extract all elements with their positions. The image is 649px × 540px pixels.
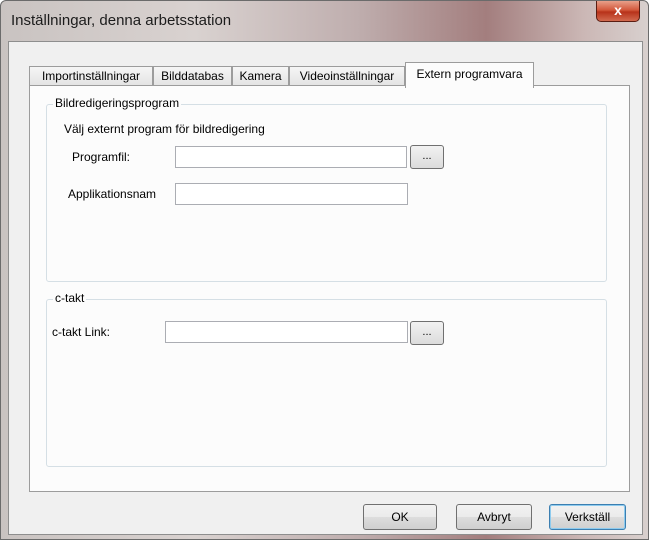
program-file-browse-button[interactable]: ... bbox=[410, 145, 444, 169]
window-title: Inställningar, denna arbetsstation bbox=[11, 12, 232, 29]
tab-videoinstallningar[interactable]: Videoinställningar bbox=[289, 66, 405, 86]
ok-button[interactable]: OK bbox=[363, 504, 437, 530]
program-file-input[interactable] bbox=[175, 146, 407, 168]
app-name-input[interactable] bbox=[175, 183, 408, 205]
image-editing-description: Välj externt program för bildredigering bbox=[64, 122, 265, 136]
tab-importinstallningar[interactable]: Importinställningar bbox=[29, 66, 153, 86]
ctakt-link-browse-button[interactable]: ... bbox=[410, 321, 444, 345]
cancel-button[interactable]: Avbryt bbox=[456, 504, 532, 530]
settings-window: Inställningar, denna arbetsstation x Imp… bbox=[0, 0, 649, 540]
close-icon: x bbox=[614, 2, 622, 18]
ctakt-group-title: c-takt bbox=[53, 291, 87, 305]
program-file-label: Programfil: bbox=[72, 150, 131, 164]
app-name-label: Applikationsnam bbox=[68, 187, 157, 201]
title-bar[interactable]: Inställningar, denna arbetsstation x bbox=[1, 1, 648, 41]
close-button[interactable]: x bbox=[596, 1, 640, 22]
tab-extern-programvara[interactable]: Extern programvara bbox=[405, 62, 534, 88]
image-editing-group-title: Bildredigeringsprogram bbox=[53, 96, 182, 110]
ctakt-link-label: c-takt Link: bbox=[52, 325, 111, 339]
ctakt-link-input[interactable] bbox=[165, 321, 408, 343]
apply-button[interactable]: Verkställ bbox=[549, 504, 626, 530]
tab-panel-extern-programvara: Bildredigeringsprogram Välj externt prog… bbox=[29, 85, 630, 492]
tab-kamera[interactable]: Kamera bbox=[232, 66, 289, 86]
tab-bilddatabas[interactable]: Bilddatabas bbox=[153, 66, 232, 86]
